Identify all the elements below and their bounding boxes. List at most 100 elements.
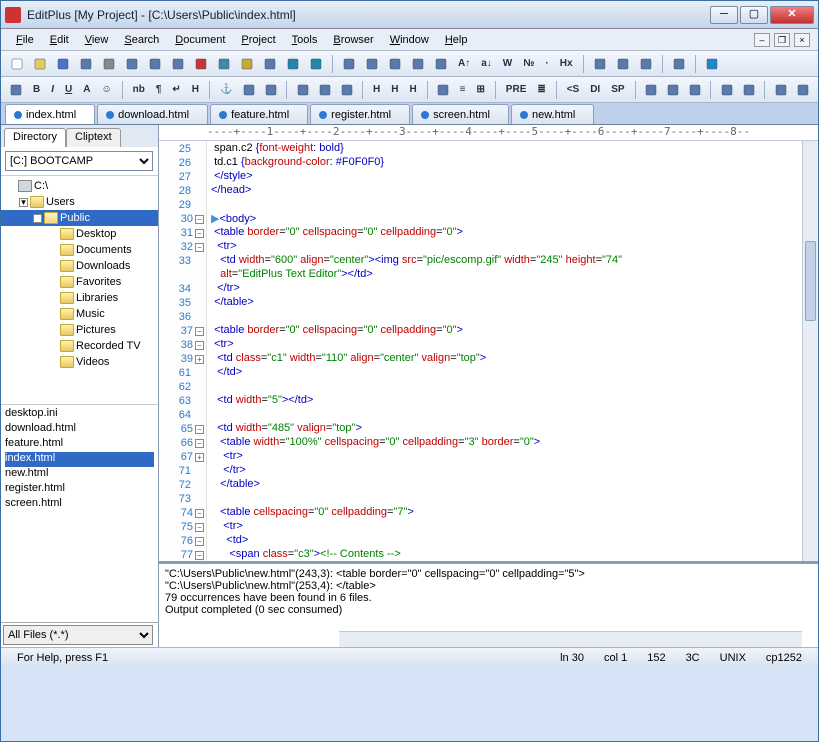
file-feature-html[interactable]: feature.html — [5, 437, 154, 452]
file-filter[interactable]: All Files (*.*) — [1, 622, 158, 647]
split-button[interactable] — [636, 54, 656, 74]
source-pane[interactable]: span.c2 {font-weight: bold} td.c1 {backg… — [207, 141, 818, 561]
tree-node-Recorded-TV[interactable]: Recorded TV — [1, 338, 158, 354]
doc-button[interactable] — [385, 54, 405, 74]
replace-button[interactable] — [168, 54, 188, 74]
h-button[interactable]: H — [406, 80, 421, 100]
redo-button[interactable] — [306, 54, 326, 74]
new-button[interactable] — [7, 54, 27, 74]
output-panel[interactable]: "C:\Users\Public\new.html"(243,3): <tabl… — [159, 561, 818, 647]
file-list[interactable]: desktop.inidownload.htmlfeature.htmlinde… — [1, 405, 158, 622]
menu-document[interactable]: Document — [168, 32, 232, 48]
di-button[interactable]: DI — [586, 80, 604, 100]
win1-button[interactable] — [590, 54, 610, 74]
fold-icon[interactable]: − — [195, 523, 204, 532]
list-button[interactable]: PRE — [502, 80, 531, 100]
case-upper-button[interactable]: A↑ — [454, 54, 474, 74]
obj-button[interactable] — [739, 80, 758, 100]
fold-icon[interactable]: − — [195, 243, 204, 252]
tab-index-html[interactable]: index.html — [5, 104, 95, 124]
print-button[interactable] — [99, 54, 119, 74]
filter-select[interactable]: All Files (*.*) — [3, 625, 153, 645]
fold-icon[interactable]: − — [195, 509, 204, 518]
tr-button[interactable]: ≡ — [456, 80, 470, 100]
tab-screen-html[interactable]: screen.html — [412, 104, 509, 124]
fold-icon[interactable]: − — [195, 425, 204, 434]
scroll-thumb[interactable] — [805, 241, 816, 321]
smiley-button[interactable]: ☺ — [97, 80, 115, 100]
outdent-button[interactable] — [408, 54, 428, 74]
code-editor[interactable]: 252627282930−31−32−3334353637−38−39+6162… — [159, 141, 818, 561]
fold-icon[interactable]: − — [195, 439, 204, 448]
expand-icon[interactable]: ▾ — [33, 214, 42, 223]
preview-button[interactable] — [122, 54, 142, 74]
mdi-close-button[interactable]: × — [794, 33, 810, 47]
line-num-button[interactable]: № — [519, 54, 538, 74]
tree-node-Public[interactable]: ▾Public — [1, 210, 158, 226]
tab-feature-html[interactable]: feature.html — [210, 104, 308, 124]
menu-browser[interactable]: Browser — [326, 32, 380, 48]
fold-icon[interactable]: − — [195, 327, 204, 336]
menu-window[interactable]: Window — [383, 32, 436, 48]
center-button[interactable] — [261, 80, 280, 100]
sp-button[interactable]: SP — [607, 80, 628, 100]
menu-help[interactable]: Help — [438, 32, 475, 48]
ul-button[interactable]: ≣ — [533, 80, 549, 100]
code-button[interactable] — [717, 80, 736, 100]
file-register-html[interactable]: register.html — [5, 482, 154, 497]
fold-icon[interactable]: − — [195, 215, 204, 224]
folder-tree[interactable]: C:\▾Users▾PublicDesktopDocumentsDownload… — [1, 175, 158, 405]
tree-node-C-[interactable]: C:\ — [1, 178, 158, 194]
file-screen-html[interactable]: screen.html — [5, 497, 154, 512]
browser-button[interactable] — [669, 54, 689, 74]
tree-node-Users[interactable]: ▾Users — [1, 194, 158, 210]
td-button[interactable]: ⊞ — [472, 80, 488, 100]
sidebar-tab-cliptext[interactable]: Cliptext — [66, 128, 121, 147]
word-wrap-button[interactable]: W — [499, 54, 516, 74]
menu-view[interactable]: View — [78, 32, 116, 48]
fold-icon[interactable]: − — [195, 537, 204, 546]
tree-node-Pictures[interactable]: Pictures — [1, 322, 158, 338]
tree-node-Libraries[interactable]: Libraries — [1, 290, 158, 306]
tab-new-html[interactable]: new.html — [511, 104, 594, 124]
br-button[interactable]: ↵ — [168, 80, 184, 100]
v1-button[interactable] — [771, 80, 790, 100]
mdi-restore-button[interactable]: ❐ — [774, 33, 790, 47]
expand-icon[interactable]: ▾ — [19, 198, 28, 207]
cut-button[interactable] — [191, 54, 211, 74]
menu-file[interactable]: File — [9, 32, 41, 48]
underline-button[interactable]: U — [61, 80, 76, 100]
menu-tools[interactable]: Tools — [285, 32, 325, 48]
file-desktop-ini[interactable]: desktop.ini — [5, 407, 154, 422]
file-index-html[interactable]: index.html — [5, 452, 154, 467]
sidebar-tab-directory[interactable]: Directory — [4, 128, 66, 147]
hr-button[interactable]: H — [188, 80, 203, 100]
font-button[interactable]: A — [79, 80, 94, 100]
show-ws-button[interactable]: · — [541, 54, 552, 74]
copy-button[interactable] — [214, 54, 234, 74]
h-button[interactable]: H — [369, 80, 384, 100]
right-button[interactable] — [337, 80, 356, 100]
anchor-button[interactable]: ⚓ — [216, 80, 236, 100]
maximize-button[interactable]: ▢ — [740, 6, 768, 24]
file-download-html[interactable]: download.html — [5, 422, 154, 437]
hex-button[interactable]: Hx — [556, 54, 577, 74]
lt-button[interactable]: <S — [563, 80, 584, 100]
tree-node-Music[interactable]: Music — [1, 306, 158, 322]
mdi-minimize-button[interactable]: – — [754, 33, 770, 47]
tree-node-Favorites[interactable]: Favorites — [1, 274, 158, 290]
fold-icon[interactable]: − — [195, 551, 204, 560]
bold-button[interactable]: B — [29, 80, 44, 100]
win2-button[interactable] — [613, 54, 633, 74]
help-button[interactable] — [702, 54, 722, 74]
tab-download-html[interactable]: download.html — [97, 104, 208, 124]
menu-search[interactable]: Search — [117, 32, 166, 48]
saveall-button[interactable] — [76, 54, 96, 74]
rec-button[interactable] — [7, 80, 26, 100]
drive-select[interactable]: [C:] BOOTCAMP — [5, 151, 153, 171]
nbsp-button[interactable]: nb — [129, 80, 149, 100]
wrap-button[interactable] — [339, 54, 359, 74]
fold-icon[interactable]: − — [195, 229, 204, 238]
spell-button[interactable] — [362, 54, 382, 74]
drive-selector[interactable]: [C:] BOOTCAMP — [5, 151, 154, 171]
